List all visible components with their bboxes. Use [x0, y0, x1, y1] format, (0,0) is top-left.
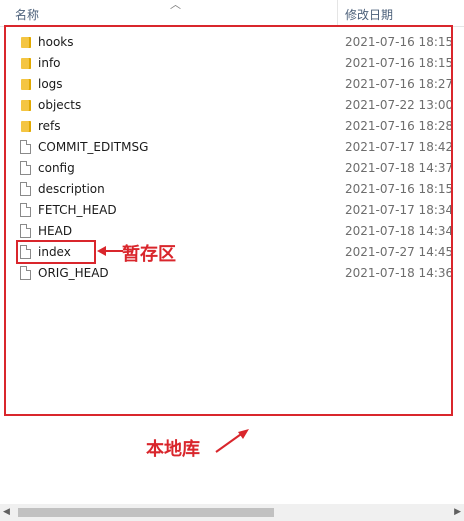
column-divider[interactable]: [337, 0, 338, 26]
sort-ascending-icon[interactable]: ︿: [170, 0, 181, 12]
repo-highlight-box: [4, 25, 453, 416]
arrow-up-right-icon: [215, 429, 249, 453]
horizontal-scrollbar[interactable]: ◀ ▶: [0, 504, 464, 521]
index-highlight-box: [16, 240, 96, 264]
local-repo-label: 本地库: [146, 439, 200, 460]
column-header: ︿ 名称 修改日期: [0, 0, 464, 27]
scroll-left-icon[interactable]: ◀: [3, 507, 10, 517]
scrollbar-thumb[interactable]: [18, 508, 274, 517]
column-name-header[interactable]: 名称: [15, 6, 39, 23]
staging-area-label: 暂存区: [122, 244, 176, 265]
scroll-right-icon[interactable]: ▶: [454, 507, 461, 517]
column-date-header[interactable]: 修改日期: [345, 6, 393, 23]
arrow-left-icon: [97, 246, 123, 256]
